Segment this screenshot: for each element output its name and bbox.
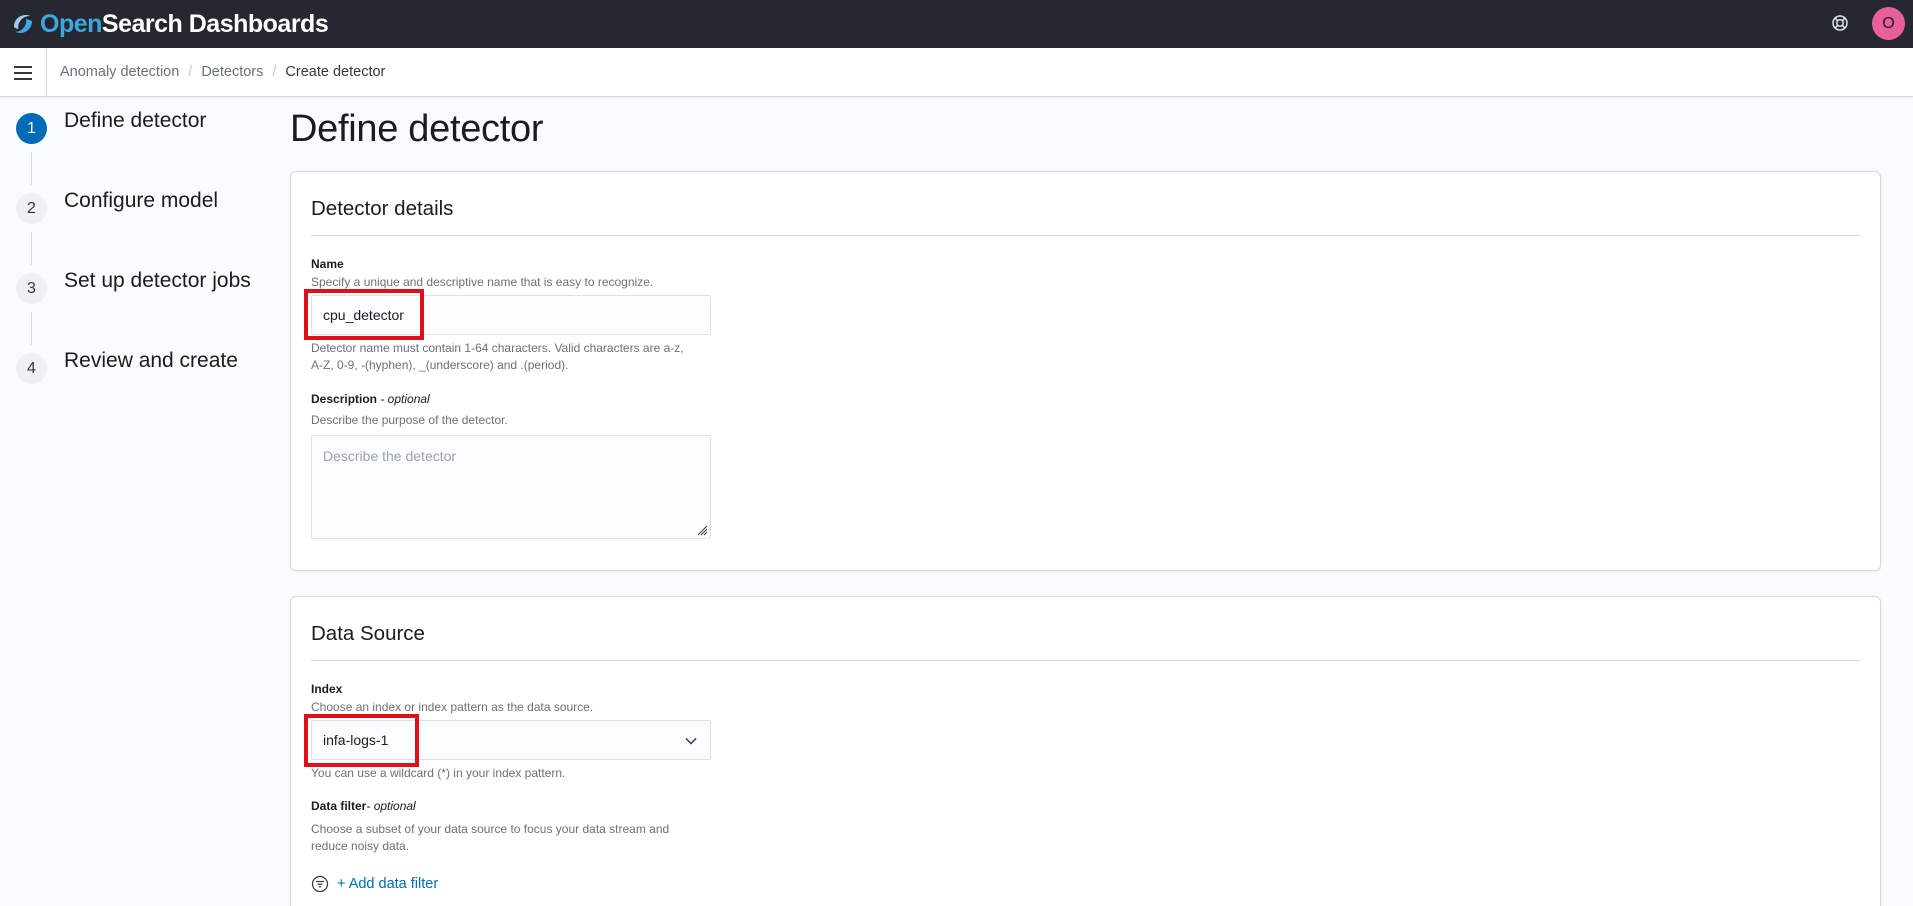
filter-icon (311, 875, 329, 893)
step-connector (31, 232, 32, 265)
name-rules-text: Detector name must contain 1-64 characte… (311, 341, 684, 372)
step-label: Set up detector jobs (64, 269, 251, 292)
add-data-filter-label: + Add data filter (337, 876, 439, 892)
breadcrumb-bar: Anomaly detection / Detectors / Create d… (0, 48, 1913, 97)
breadcrumb: Anomaly detection / Detectors / Create d… (60, 64, 385, 80)
description-label: Description - optional (311, 392, 430, 406)
help-icon[interactable] (1829, 12, 1851, 34)
chevron-down-icon[interactable] (684, 734, 698, 748)
step-number: 2 (16, 193, 47, 224)
opensearch-logo[interactable]: OpenSearch Dashboards (10, 9, 329, 39)
breadcrumb-detectors[interactable]: Detectors (201, 64, 263, 80)
data-filter-label: Data filter- optional (311, 799, 416, 813)
breadcrumb-divider (46, 48, 47, 97)
step-review-and-create[interactable]: 4 Review and create (16, 349, 238, 384)
data-filter-help-text: Choose a subset of your data source to f… (311, 822, 670, 853)
name-label: Name (311, 257, 344, 271)
data-source-title: Data Source (311, 622, 425, 645)
breadcrumb-separator: / (188, 64, 193, 80)
description-textarea[interactable]: Describe the detector (311, 435, 711, 539)
step-label: Review and create (64, 349, 238, 372)
step-number: 4 (16, 353, 47, 384)
detector-details-title: Detector details (311, 197, 454, 220)
step-define-detector[interactable]: 1 Define detector (16, 109, 206, 144)
panel-divider (311, 660, 1860, 661)
detector-details-panel: Detector details Name Specify a unique a… (290, 171, 1881, 571)
step-number: 1 (16, 113, 47, 144)
step-label: Define detector (64, 109, 207, 132)
logo-open-text: Open (40, 10, 102, 38)
step-set-up-detector-jobs[interactable]: 3 Set up detector jobs (16, 269, 251, 304)
step-label: Configure model (64, 189, 219, 212)
highlight-name-value (304, 289, 424, 340)
data-source-panel: Data Source Index Choose an index or ind… (290, 596, 1881, 906)
index-wildcard-help: You can use a wildcard (*) in your index… (311, 766, 566, 780)
resize-handle-icon[interactable] (696, 524, 708, 536)
description-help-text: Describe the purpose of the detector. (311, 413, 508, 427)
user-avatar[interactable]: O (1872, 7, 1905, 40)
add-data-filter-button[interactable]: + Add data filter (311, 875, 438, 893)
highlight-index-value (304, 714, 419, 767)
step-connector (31, 152, 32, 185)
panel-divider (311, 235, 1860, 236)
hamburger-menu-icon[interactable] (10, 61, 36, 85)
index-label: Index (311, 682, 343, 696)
breadcrumb-anomaly-detection[interactable]: Anomaly detection (60, 64, 179, 80)
description-placeholder: Describe the detector (323, 448, 457, 464)
breadcrumb-create-detector: Create detector (285, 64, 386, 80)
step-number: 3 (16, 273, 47, 304)
logo-dashboards-text: Search Dashboards (101, 10, 329, 38)
step-configure-model[interactable]: 2 Configure model (16, 189, 218, 224)
opensearch-mark-icon (14, 15, 32, 33)
page-title: Define detector (290, 108, 544, 150)
breadcrumb-separator: / (272, 64, 277, 80)
step-connector (31, 312, 32, 345)
top-header: OpenSearch Dashboards O (0, 0, 1913, 48)
